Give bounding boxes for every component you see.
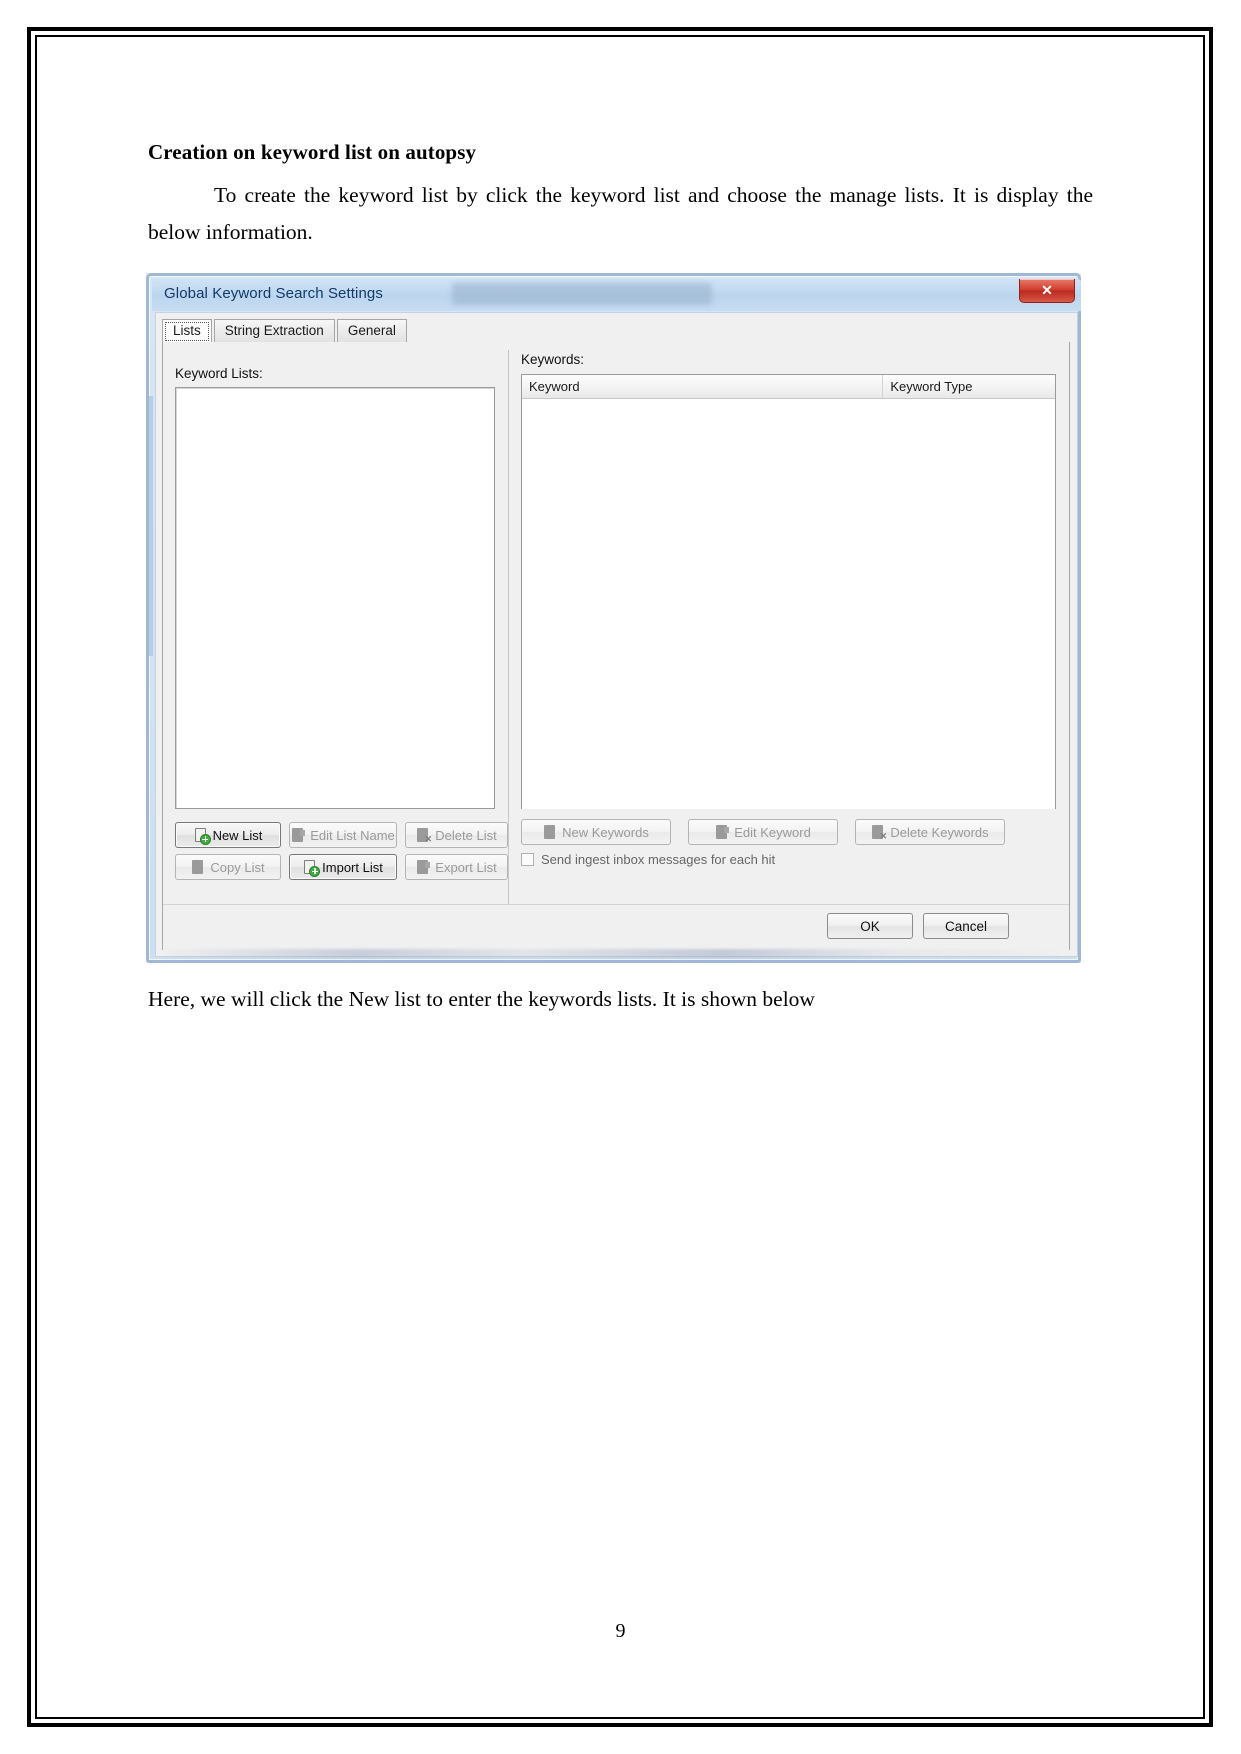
keyword-lists-listbox[interactable] xyxy=(175,387,495,809)
tab-general-label: General xyxy=(347,323,396,338)
intro-paragraph: To create the keyword list by click the … xyxy=(148,177,1093,251)
tab-general[interactable]: General xyxy=(336,319,407,342)
screenshot-bottom-artifact xyxy=(159,949,1071,958)
edit-keyword-icon xyxy=(715,824,730,840)
outro-paragraph: Here, we will click the New list to ente… xyxy=(148,987,815,1011)
delete-list-button-label: Delete List xyxy=(435,827,497,843)
tab-lists[interactable]: Lists xyxy=(162,319,212,342)
dialog-footer: OK Cancel xyxy=(163,904,1069,950)
import-list-button-label: Import List xyxy=(322,859,383,875)
dialog-title: Global Keyword Search Settings xyxy=(164,285,383,302)
import-list-icon xyxy=(303,859,320,876)
edit-list-name-button[interactable]: Edit List Name xyxy=(289,822,397,848)
new-keywords-button[interactable]: New Keywords xyxy=(521,819,671,845)
new-list-button[interactable]: New List xyxy=(175,822,281,848)
new-list-button-label: New List xyxy=(212,827,263,843)
export-list-icon xyxy=(416,859,431,875)
copy-list-button[interactable]: Copy List xyxy=(175,854,281,880)
screenshot-figure: Global Keyword Search Settings ✕ Lists S… xyxy=(146,273,1081,963)
page-title: Creation on keyword list on autopsy xyxy=(148,140,477,164)
send-ingest-messages-checkbox[interactable] xyxy=(521,853,534,866)
tab-string-extraction-label: String Extraction xyxy=(224,323,324,338)
delete-list-icon: ✕ xyxy=(416,827,432,843)
ok-button[interactable]: OK xyxy=(827,913,913,939)
panel-divider xyxy=(508,350,509,910)
keywords-label: Keywords: xyxy=(521,352,585,367)
tab-strip: Lists String Extraction General xyxy=(162,318,409,342)
delete-keywords-button-label: Delete Keywords xyxy=(890,824,989,840)
delete-list-button[interactable]: ✕ Delete List xyxy=(405,822,508,848)
cancel-button[interactable]: Cancel xyxy=(923,913,1009,939)
document-content: Creation on keyword list on autopsy To c… xyxy=(148,140,1093,251)
close-icon[interactable]: ✕ xyxy=(1019,279,1075,303)
edit-list-name-button-label: Edit List Name xyxy=(310,827,395,843)
delete-keyword-icon: ✕ xyxy=(871,824,887,840)
edit-keyword-button-label: Edit Keyword xyxy=(734,824,811,840)
keywords-table[interactable]: Keyword Keyword Type xyxy=(521,374,1056,809)
keywords-table-header: Keyword Keyword Type xyxy=(522,375,1055,399)
titlebar-blur-artifact xyxy=(452,283,712,305)
edit-list-icon xyxy=(291,827,306,843)
tab-page-lists: Keyword Lists: New List Edit List Name ✕… xyxy=(162,342,1070,950)
intro-paragraph-text: To create the keyword list by click the … xyxy=(148,183,1093,244)
edit-keyword-button[interactable]: Edit Keyword xyxy=(688,819,838,845)
keyword-lists-label: Keyword Lists: xyxy=(175,366,263,381)
export-list-button[interactable]: Export List xyxy=(405,854,508,880)
keywords-table-body xyxy=(522,399,1055,809)
tab-focus-ring xyxy=(165,322,209,341)
new-keywords-button-label: New Keywords xyxy=(562,824,649,840)
column-header-keyword-type[interactable]: Keyword Type xyxy=(883,375,1055,398)
dialog-titlebar[interactable]: Global Keyword Search Settings ✕ xyxy=(152,279,1081,311)
copy-list-icon xyxy=(191,859,205,875)
tab-string-extraction[interactable]: String Extraction xyxy=(213,319,335,342)
dialog-client-area: Lists String Extraction General Keyword … xyxy=(155,312,1078,957)
copy-list-button-label: Copy List xyxy=(210,859,265,875)
new-list-icon xyxy=(194,827,210,844)
new-keyword-icon xyxy=(543,824,557,840)
send-ingest-messages-row[interactable]: Send ingest inbox messages for each hit xyxy=(521,852,775,867)
dialog-window: Global Keyword Search Settings ✕ Lists S… xyxy=(146,273,1081,963)
column-header-keyword[interactable]: Keyword xyxy=(522,375,884,398)
window-left-edge-artifact xyxy=(149,396,153,656)
export-list-button-label: Export List xyxy=(435,859,497,875)
delete-keywords-button[interactable]: ✕ Delete Keywords xyxy=(855,819,1005,845)
page-number: 9 xyxy=(615,1620,626,1642)
send-ingest-messages-label: Send ingest inbox messages for each hit xyxy=(541,852,776,867)
import-list-button[interactable]: Import List xyxy=(289,854,397,880)
